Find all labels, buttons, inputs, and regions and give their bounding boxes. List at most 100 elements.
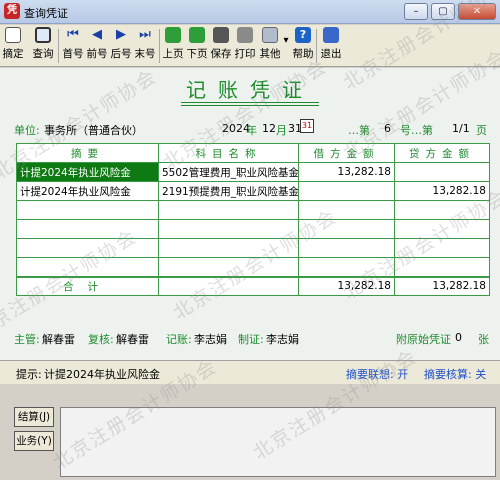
app-logo-icon: 凭	[4, 3, 20, 19]
cell-summary[interactable]	[16, 257, 159, 277]
table-row[interactable]: 计提2024年执业风险金 5502管理费用_职业风险基金 13,282.18	[16, 162, 490, 182]
table-row[interactable]	[16, 238, 490, 258]
tb-last-button[interactable]: ⏭ 末号	[134, 27, 156, 65]
detail-area[interactable]	[60, 407, 496, 477]
reviewer-name: 解春雷	[116, 333, 149, 346]
tb-page-down-button[interactable]: 下页	[186, 27, 208, 65]
attachments-count[interactable]: 0	[455, 331, 462, 344]
bookkeeper-label: 记账:	[166, 333, 192, 346]
tb-specify-button[interactable]: 摘定	[2, 27, 24, 65]
unit-value: 事务所（普通合伙）	[44, 124, 143, 137]
hint-label: 提示:	[16, 368, 42, 381]
table-row[interactable]: 计提2024年执业风险金 2191预提费用_职业风险基金 13,282.18	[16, 181, 490, 201]
title-underline	[181, 105, 319, 106]
calendar-icon[interactable]: 31	[300, 119, 314, 133]
voucher-page: 1/1	[452, 122, 470, 135]
cell-account[interactable]	[158, 219, 299, 239]
reviewer-label: 复核:	[88, 333, 114, 346]
help-icon: ?	[295, 27, 311, 43]
supervisor-label: 主管:	[14, 333, 40, 346]
tb-exit-button[interactable]: 退出	[320, 27, 342, 65]
attachments-label: 附原始凭证	[396, 333, 451, 346]
tb-prev-button[interactable]: ◀ 前号	[86, 27, 108, 65]
table-row[interactable]	[16, 257, 490, 277]
tb-label: 打印	[234, 48, 256, 60]
tb-label: 其他	[259, 48, 281, 60]
table-row[interactable]	[16, 200, 490, 220]
close-button[interactable]: ✕	[458, 3, 496, 20]
business-button[interactable]: 业务(Y)	[14, 431, 54, 451]
bookkeeper-name: 李志娟	[194, 333, 227, 346]
total-label: 合计	[16, 275, 159, 296]
cell-credit[interactable]	[394, 257, 490, 277]
cell-credit[interactable]: 13,282.18	[394, 181, 490, 201]
cell-summary[interactable]: 计提2024年执业风险金	[16, 181, 159, 201]
voucher-number[interactable]: 6	[384, 122, 391, 135]
voucher-month[interactable]: 12	[262, 122, 276, 135]
col-header-credit: 贷方金额	[394, 143, 490, 163]
tb-save-button[interactable]: 保存	[210, 27, 232, 65]
total-debit: 13,282.18	[298, 275, 395, 296]
cell-account[interactable]: 5502管理费用_职业风险基金	[158, 162, 299, 182]
cell-account[interactable]: 2191预提费用_职业风险基金	[158, 181, 299, 201]
first-icon: ⏮	[67, 27, 79, 42]
other-icon	[262, 27, 278, 43]
tb-print-button[interactable]: 打印	[234, 27, 256, 65]
total-row: 合计 13,282.18 13,282.18	[16, 275, 490, 296]
tb-other-button[interactable]: 其他	[258, 27, 282, 65]
attachments-unit: 张	[478, 333, 489, 346]
tb-label: 下页	[186, 48, 208, 60]
save-icon	[213, 27, 229, 43]
tb-label: 帮助	[292, 48, 314, 60]
tb-label: 前号	[86, 48, 108, 60]
supervisor-name: 解春雷	[42, 333, 75, 346]
cell-summary[interactable]	[16, 200, 159, 220]
tb-label: 首号	[62, 48, 84, 60]
cell-credit[interactable]	[394, 238, 490, 258]
cell-credit[interactable]	[394, 200, 490, 220]
cell-credit[interactable]	[394, 162, 490, 182]
voucher-entries-table: 摘要 科目名称 借方金额 贷方金额 计提2024年执业风险金 5502管理费用_…	[16, 143, 490, 296]
settle-button[interactable]: 结算(J)	[14, 407, 54, 427]
tb-label: 上页	[162, 48, 184, 60]
cell-summary[interactable]	[16, 238, 159, 258]
cell-debit[interactable]: 13,282.18	[298, 162, 395, 182]
summary-check-toggle[interactable]: 摘要核算: 关	[424, 366, 486, 382]
preparer-label: 制证:	[238, 333, 264, 346]
maximize-button[interactable]: ▢	[431, 3, 455, 20]
page-down-icon	[189, 27, 205, 43]
tb-first-button[interactable]: ⏮ 首号	[62, 27, 84, 65]
col-header-summary: 摘要	[16, 143, 159, 163]
number-suffix: 号…第	[400, 124, 433, 137]
tb-next-button[interactable]: ▶ 后号	[110, 27, 132, 65]
cell-debit[interactable]	[298, 238, 395, 258]
preparer-name: 李志娟	[266, 333, 299, 346]
table-row[interactable]	[16, 219, 490, 239]
cell-debit[interactable]	[298, 181, 395, 201]
bottom-area: 结算(J) 业务(Y)	[0, 385, 500, 480]
hint-bar: 提示: 计提2024年执业风险金 摘要联想: 开 摘要核算: 关	[0, 360, 500, 384]
cell-debit[interactable]	[298, 219, 395, 239]
minimize-button[interactable]: –	[404, 3, 428, 20]
cell-summary[interactable]: 计提2024年执业风险金	[16, 162, 159, 182]
cell-summary[interactable]	[16, 219, 159, 239]
cell-account[interactable]	[158, 257, 299, 277]
page-suffix: 页	[476, 124, 487, 137]
tb-help-button[interactable]: ? 帮助	[292, 27, 314, 65]
tb-label: 摘定	[2, 48, 24, 60]
total-credit: 13,282.18	[394, 275, 490, 296]
cell-debit[interactable]	[298, 257, 395, 277]
cell-debit[interactable]	[298, 200, 395, 220]
summary-assoc-toggle[interactable]: 摘要联想: 开	[346, 366, 408, 382]
tb-label: 末号	[134, 48, 156, 60]
tb-query-button[interactable]: 查询	[30, 27, 56, 65]
tb-page-up-button[interactable]: 上页	[162, 27, 184, 65]
cell-credit[interactable]	[394, 219, 490, 239]
cell-account[interactable]	[158, 200, 299, 220]
total-empty-cell	[158, 275, 299, 296]
document-icon	[5, 27, 21, 43]
voucher-title: 记账凭证	[186, 78, 314, 102]
cell-account[interactable]	[158, 238, 299, 258]
tb-label: 退出	[320, 48, 342, 60]
print-icon	[237, 27, 253, 43]
